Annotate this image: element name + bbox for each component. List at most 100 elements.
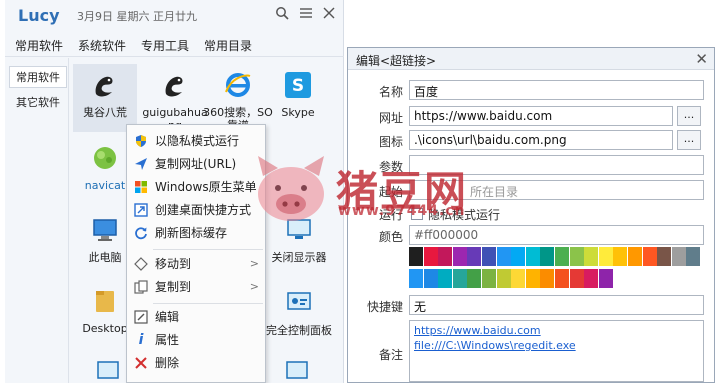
shortcut-icon <box>133 202 149 218</box>
color-swatch[interactable] <box>423 269 438 288</box>
hotkey-field[interactable]: 无 <box>409 295 704 315</box>
tab-system-software[interactable]: 系统软件 <box>78 37 126 54</box>
sidebar-item-other[interactable]: 其它软件 <box>9 92 67 114</box>
menu-item-windows-menu[interactable]: Windows原生菜单 <box>127 176 265 198</box>
menu-item-copy-url[interactable]: 复制网址(URL) <box>127 153 265 175</box>
app-item[interactable]: guigubahuang <box>140 69 210 132</box>
menu-item-run-private[interactable]: 以隐私模式运行 <box>127 130 265 152</box>
name-label: 名称 <box>378 85 403 99</box>
notes-label: 备注 <box>378 348 403 362</box>
search-icon[interactable] <box>273 4 291 22</box>
tab-common-directories[interactable]: 常用目录 <box>204 37 252 54</box>
color-swatch[interactable] <box>569 247 584 266</box>
color-swatch[interactable] <box>642 247 657 266</box>
shield-icon <box>133 133 149 149</box>
app-label: Skype <box>281 106 315 119</box>
color-swatch[interactable] <box>569 269 584 288</box>
menu-item-refresh-icons[interactable]: 刷新图标缓存 <box>127 222 265 244</box>
windows-icon <box>133 179 149 195</box>
app-label: 完全控制面板 <box>266 324 332 337</box>
menu-item-delete[interactable]: 删除 <box>127 352 265 374</box>
color-swatch[interactable] <box>584 247 599 266</box>
chevron-right-icon: > <box>249 257 259 270</box>
move-icon <box>133 256 149 272</box>
browse-url-button[interactable]: ... <box>677 106 701 126</box>
app-item[interactable]: S Skype <box>266 69 330 119</box>
color-swatch[interactable] <box>482 269 496 288</box>
color-swatch[interactable] <box>671 247 686 266</box>
menu-item-label: 删除 <box>155 356 180 370</box>
color-swatch[interactable] <box>555 269 569 288</box>
browse-icon-button[interactable]: ... <box>677 130 701 150</box>
color-swatch[interactable] <box>438 269 453 288</box>
app-item[interactable]: 鬼谷八荒 <box>73 64 137 132</box>
color-swatch[interactable] <box>598 247 613 266</box>
sidebar-item-common[interactable]: 常用软件 <box>9 66 67 88</box>
color-swatch[interactable] <box>628 247 642 266</box>
app-item[interactable]: 360搜索，SO靠谱 <box>203 69 273 132</box>
date-label: 3月9日 星期六 正月廿九 <box>77 10 197 23</box>
color-swatch[interactable] <box>613 247 628 266</box>
color-swatch[interactable] <box>511 247 526 266</box>
menu-separator <box>153 303 263 304</box>
notes-link[interactable]: file:///C:\Windows\regedit.exe <box>414 338 699 353</box>
app-label: 鬼谷八荒 <box>83 106 127 119</box>
notes-field[interactable]: https://www.baidu.com file:///C:\Windows… <box>409 320 704 382</box>
color-swatch[interactable] <box>555 247 569 266</box>
color-swatch[interactable] <box>452 269 467 288</box>
color-swatch[interactable] <box>467 247 482 266</box>
info-icon: i <box>138 332 144 348</box>
menu-item-create-shortcut[interactable]: 创建桌面快捷方式 <box>127 199 265 221</box>
refresh-icon <box>133 225 149 241</box>
send-icon <box>133 156 149 172</box>
close-icon[interactable]: ✕ <box>695 50 708 68</box>
computer-icon <box>89 214 121 246</box>
icon-label: 图标 <box>378 135 403 149</box>
menu-icon[interactable] <box>297 4 315 22</box>
hotkey-label: 快捷键 <box>366 300 403 314</box>
color-swatch[interactable] <box>452 247 467 266</box>
color-swatch[interactable] <box>409 247 423 266</box>
app-item[interactable]: 完全控制面板 <box>262 287 336 337</box>
menu-item-label: 属性 <box>155 333 180 347</box>
icon-path-field[interactable]: .\icons\url\baidu.com.png <box>409 130 673 150</box>
color-swatch[interactable] <box>657 247 672 266</box>
menu-item-label: 复制到 <box>155 280 192 294</box>
color-swatch[interactable] <box>511 269 526 288</box>
color-swatch[interactable] <box>525 269 540 288</box>
notes-link[interactable]: https://www.baidu.com <box>414 323 699 338</box>
menu-item-move-to[interactable]: 移动到 > <box>127 253 265 275</box>
edit-icon <box>133 309 149 325</box>
menu-item-properties[interactable]: i 属性 <box>127 329 265 351</box>
color-swatch[interactable] <box>482 247 496 266</box>
color-field[interactable]: #ff000000 <box>409 225 704 245</box>
menu-item-copy-to[interactable]: 复制到 > <box>127 276 265 298</box>
color-swatch[interactable] <box>686 247 701 266</box>
dragon-icon <box>159 69 191 101</box>
tab-common-software[interactable]: 常用软件 <box>15 37 63 54</box>
menu-item-edit[interactable]: 编辑 <box>127 306 265 328</box>
url-field[interactable]: https://www.baidu.com <box>409 106 673 126</box>
tab-special-tools[interactable]: 专用工具 <box>141 37 189 54</box>
app-label: 关闭显示器 <box>271 251 327 264</box>
color-swatch[interactable] <box>525 247 540 266</box>
close-icon[interactable] <box>320 4 338 22</box>
watermark-url: www.97444.cn <box>338 203 466 219</box>
chevron-right-icon: > <box>249 280 259 293</box>
url-label: 网址 <box>378 111 403 125</box>
color-swatch[interactable] <box>584 269 599 288</box>
color-swatch[interactable] <box>467 269 482 288</box>
copy-icon <box>133 279 149 295</box>
color-swatch[interactable] <box>409 269 423 288</box>
name-field[interactable]: 百度 <box>409 80 704 100</box>
color-swatch[interactable] <box>496 269 511 288</box>
control-panel-icon <box>283 287 315 319</box>
color-swatch[interactable] <box>598 269 613 288</box>
color-swatch[interactable] <box>496 247 511 266</box>
color-swatch[interactable] <box>438 247 453 266</box>
color-swatch[interactable] <box>540 269 555 288</box>
folder-icon <box>89 285 121 317</box>
partial-app-icon <box>285 360 309 380</box>
color-swatch[interactable] <box>423 247 438 266</box>
color-swatch[interactable] <box>540 247 555 266</box>
